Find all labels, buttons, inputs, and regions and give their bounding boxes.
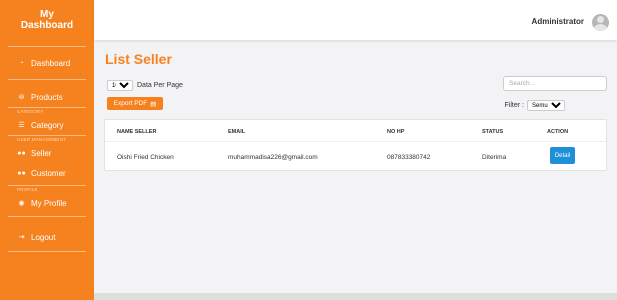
sidebar-item-logout[interactable]: ⇥ Logout [0, 227, 94, 247]
sidebar-item-label: Category [31, 120, 64, 130]
sidebar: My Dashboard ◔ Dashboard ⊚ Products CATE… [0, 0, 94, 300]
export-pdf-label: Export PDF [113, 100, 148, 107]
section-label-user-management: USER MANAGEMENT [17, 137, 67, 142]
users-icon: ●● [17, 149, 26, 157]
sidebar-item-label: Customer [31, 168, 66, 178]
sidebar-item-label: Logout [31, 232, 56, 242]
category-icon: ☰ [18, 122, 25, 129]
seller-table: NAME SELLER EMAIL NO HP STATUS ACTION Oi… [104, 119, 607, 171]
search-input[interactable] [503, 76, 607, 91]
section-label-category: CATEGORY [17, 109, 44, 114]
products-icon: ⊚ [18, 94, 25, 101]
seller-email-cell: muhammadisa226@gmail.com [228, 154, 318, 161]
sidebar-item-dashboard[interactable]: ◔ Dashboard [0, 53, 94, 73]
brand-line-2: Dashboard [20, 20, 74, 31]
sidebar-item-customer[interactable]: ●● Customer [0, 163, 94, 183]
per-page-control: 10 Data Per Page [107, 80, 183, 91]
sidebar-item-products[interactable]: ⊚ Products [0, 87, 94, 107]
brand-line-1: My [40, 9, 54, 20]
user-name[interactable]: Administrator [532, 17, 584, 26]
column-header: NO HP [387, 129, 405, 135]
table-header: NAME SELLER EMAIL NO HP STATUS ACTION [105, 120, 606, 142]
sidebar-item-label: Products [31, 92, 63, 102]
page-title: List Seller [105, 51, 172, 67]
seller-name-cell: Oishi Fried Chicken [117, 154, 174, 161]
sidebar-item-label: My Profile [31, 198, 67, 208]
topbar: Administrator [94, 0, 617, 40]
brand-logo[interactable]: My Dashboard [0, 0, 94, 46]
per-page-label: Data Per Page [137, 82, 183, 89]
column-header: STATUS [482, 129, 504, 135]
sidebar-item-seller[interactable]: ●● Seller [0, 143, 94, 163]
export-pdf-button[interactable]: Export PDF ▤ [107, 97, 163, 110]
dashboard-icon: ◔ [19, 59, 24, 67]
column-header: EMAIL [228, 129, 246, 135]
sidebar-item-category[interactable]: ☰ Category [0, 115, 94, 135]
filter-control: Filter : Semua [505, 100, 565, 111]
column-header: NAME SELLER [117, 129, 157, 135]
column-header: ACTION [547, 129, 569, 135]
avatar-body [594, 24, 607, 31]
divider [8, 251, 86, 252]
per-page-select[interactable]: 10 [107, 80, 133, 91]
horizontal-scrollbar[interactable] [94, 293, 617, 300]
pdf-file-icon: ▤ [150, 100, 157, 108]
detail-button[interactable]: Detail [550, 147, 575, 164]
avatar[interactable] [592, 14, 609, 31]
main-content: Administrator List Seller 10 Data Per Pa… [94, 0, 617, 300]
profile-icon: ◉ [18, 200, 25, 207]
sidebar-item-label: Dashboard [31, 58, 71, 68]
filter-select[interactable]: Semua [527, 100, 565, 111]
users-icon: ●● [17, 169, 26, 177]
section-label-profile: PROFILE [17, 187, 38, 192]
logout-icon: ⇥ [18, 234, 25, 241]
avatar-head [597, 16, 604, 23]
seller-status-cell: Diterima [482, 154, 507, 161]
seller-phone-cell: 087833380742 [387, 154, 431, 161]
sidebar-item-my-profile[interactable]: ◉ My Profile [0, 193, 94, 213]
sidebar-item-label: Seller [31, 148, 52, 158]
table-row: Oishi Fried Chicken muhammadisa226@gmail… [105, 142, 606, 164]
filter-label: Filter : [504, 102, 524, 109]
